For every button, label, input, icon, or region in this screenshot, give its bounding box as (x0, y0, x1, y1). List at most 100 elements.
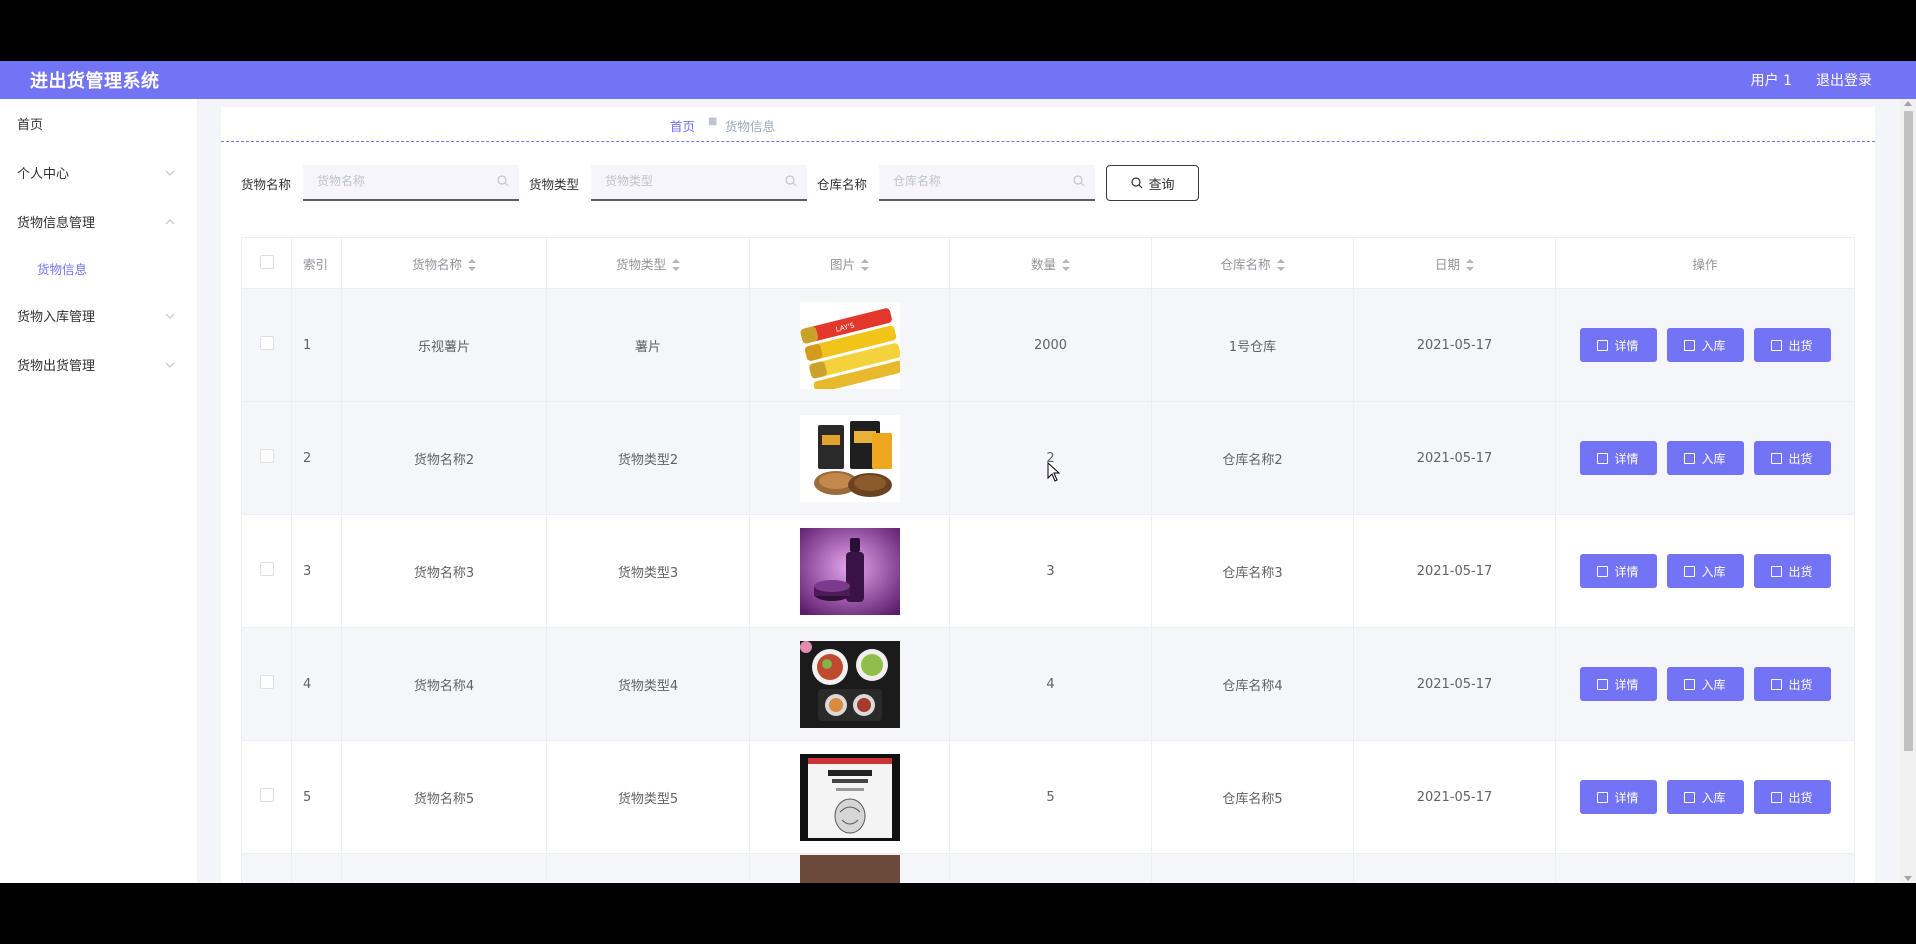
column-header-label: 日期 (1434, 256, 1460, 272)
sort-icon[interactable] (861, 259, 869, 271)
sort-icon[interactable] (468, 259, 476, 271)
column-header-warehouse-name[interactable]: 仓库名称 (1151, 237, 1354, 289)
sidebar-item-goods-inbound-management[interactable]: 货物入库管理 (0, 291, 197, 340)
chevron-down-icon (165, 313, 175, 319)
search-label-warehouse-name: 仓库名称 (817, 176, 868, 192)
column-header-label: 货物类型 (615, 256, 666, 272)
inbound-button[interactable]: 入库 (1666, 441, 1744, 475)
row-checkbox[interactable] (259, 562, 274, 576)
row-checkbox[interactable] (259, 336, 274, 350)
cell-goods-type: 货物类型4 (546, 627, 750, 741)
sidebar-item-home[interactable]: 首页 (0, 99, 197, 148)
cell-actions: 详情 入库 出货 (1555, 740, 1855, 854)
app-screen: 进出货管理系统 用户 1 退出登录 首页 个人中心 货物信息管理 货物信息 货物… (0, 61, 1916, 883)
cell-image (749, 740, 950, 854)
outbound-button[interactable]: 出货 (1753, 780, 1831, 814)
document-icon (1597, 339, 1609, 351)
sort-icon[interactable] (672, 259, 680, 271)
goods-table: 索引 货物名称 货物类型 图片 数量 仓库名称 日期 操作 1 乐视薯片 薯片 … (241, 237, 1855, 883)
cosmetics-product-image[interactable] (799, 527, 900, 615)
inbound-button[interactable]: 入库 (1666, 667, 1744, 701)
detail-button[interactable]: 详情 (1579, 667, 1657, 701)
user-name[interactable]: 用户 1 (1751, 70, 1792, 90)
row-checkbox[interactable] (259, 449, 274, 463)
column-header-label: 数量 (1030, 256, 1056, 272)
search-field-goods-type (591, 165, 808, 201)
detail-button-label: 详情 (1614, 338, 1639, 353)
document-icon (1684, 339, 1696, 351)
outbound-button-label: 出货 (1788, 790, 1813, 805)
detail-button[interactable]: 详情 (1579, 328, 1657, 362)
table-row: 4 货物名称4 货物类型4 4 仓库名称4 2021-05-17 详情 入库 出… (241, 627, 1855, 741)
food-dishes-product-image[interactable] (799, 640, 900, 728)
cell-goods-name: 乐视薯片 (341, 288, 547, 402)
sort-icon[interactable] (1062, 259, 1070, 271)
cell-actions (1555, 853, 1855, 883)
document-icon (1597, 565, 1609, 577)
outbound-button[interactable]: 出货 (1753, 441, 1831, 475)
search-icon (1073, 175, 1085, 187)
search-icon (497, 175, 509, 187)
warehouse-name-input[interactable] (879, 165, 1064, 197)
cell-index: 2 (291, 401, 342, 515)
sidebar-item-label: 个人中心 (17, 167, 70, 182)
column-header-goods-type[interactable]: 货物类型 (546, 237, 750, 289)
cell-goods-name: 货物名称4 (341, 627, 547, 741)
page-scrollbar[interactable] (1900, 99, 1916, 883)
goods-name-input[interactable] (303, 165, 488, 197)
document-icon (1684, 452, 1696, 464)
scroll-up-arrow-icon[interactable] (1904, 101, 1912, 106)
goods-type-input[interactable] (591, 165, 776, 197)
document-icon (1771, 452, 1783, 464)
outbound-button-label: 出货 (1788, 338, 1813, 353)
outbound-button[interactable]: 出货 (1753, 554, 1831, 588)
chips-product-image[interactable]: LAY'S (799, 301, 900, 389)
sidebar-subitem-goods-info[interactable]: 货物信息 (0, 246, 197, 291)
row-checkbox[interactable] (259, 675, 274, 689)
snacks-product-image[interactable] (799, 414, 900, 502)
breadcrumb-home[interactable]: 首页 (670, 116, 695, 135)
sidebar-item-goods-outbound-management[interactable]: 货物出货管理 (0, 340, 197, 389)
sidebar-item-goods-info-management[interactable]: 货物信息管理 (0, 197, 197, 246)
cell-image (749, 627, 950, 741)
row-select-cell (241, 288, 292, 402)
document-icon (1771, 339, 1783, 351)
inbound-button-label: 入库 (1701, 564, 1726, 579)
chevron-up-icon (165, 218, 175, 224)
select-all-cell (241, 237, 292, 289)
cell-quantity: 5 (949, 740, 1152, 854)
cell-index (291, 853, 342, 883)
logout-link[interactable]: 退出登录 (1816, 70, 1872, 90)
sidebar-item-personal-center[interactable]: 个人中心 (0, 148, 197, 197)
column-header-goods-name[interactable]: 货物名称 (341, 237, 547, 289)
inbound-button[interactable]: 入库 (1666, 554, 1744, 588)
select-all-checkbox[interactable] (259, 254, 274, 269)
cell-index: 5 (291, 740, 342, 854)
table-row (241, 853, 1855, 883)
detail-button[interactable]: 详情 (1579, 554, 1657, 588)
cell-warehouse-name: 仓库名称2 (1151, 401, 1354, 515)
sort-icon[interactable] (1466, 259, 1474, 271)
row-checkbox[interactable] (259, 788, 274, 802)
cell-date: 2021-05-17 (1353, 514, 1556, 628)
column-header-date[interactable]: 日期 (1353, 237, 1556, 289)
column-header-image[interactable]: 图片 (749, 237, 950, 289)
outbound-button[interactable]: 出货 (1753, 667, 1831, 701)
outbound-button[interactable]: 出货 (1753, 328, 1831, 362)
inbound-button[interactable]: 入库 (1666, 328, 1744, 362)
scroll-down-arrow-icon[interactable] (1904, 876, 1912, 881)
query-button[interactable]: 查询 (1106, 165, 1200, 201)
detail-button[interactable]: 详情 (1579, 441, 1657, 475)
inbound-button[interactable]: 入库 (1666, 780, 1744, 814)
cell-date: 2021-05-17 (1353, 288, 1556, 402)
book-product-image[interactable] (799, 753, 900, 841)
document-icon (1597, 791, 1609, 803)
column-header-quantity[interactable]: 数量 (949, 237, 1152, 289)
cell-quantity (949, 853, 1152, 883)
detail-button-label: 详情 (1614, 790, 1639, 805)
cell-quantity: 2000 (949, 288, 1152, 402)
scrollbar-thumb[interactable] (1904, 111, 1913, 751)
sort-icon[interactable] (1276, 259, 1285, 271)
detail-button[interactable]: 详情 (1579, 780, 1657, 814)
table-header-row: 索引 货物名称 货物类型 图片 数量 仓库名称 日期 操作 (241, 237, 1855, 289)
